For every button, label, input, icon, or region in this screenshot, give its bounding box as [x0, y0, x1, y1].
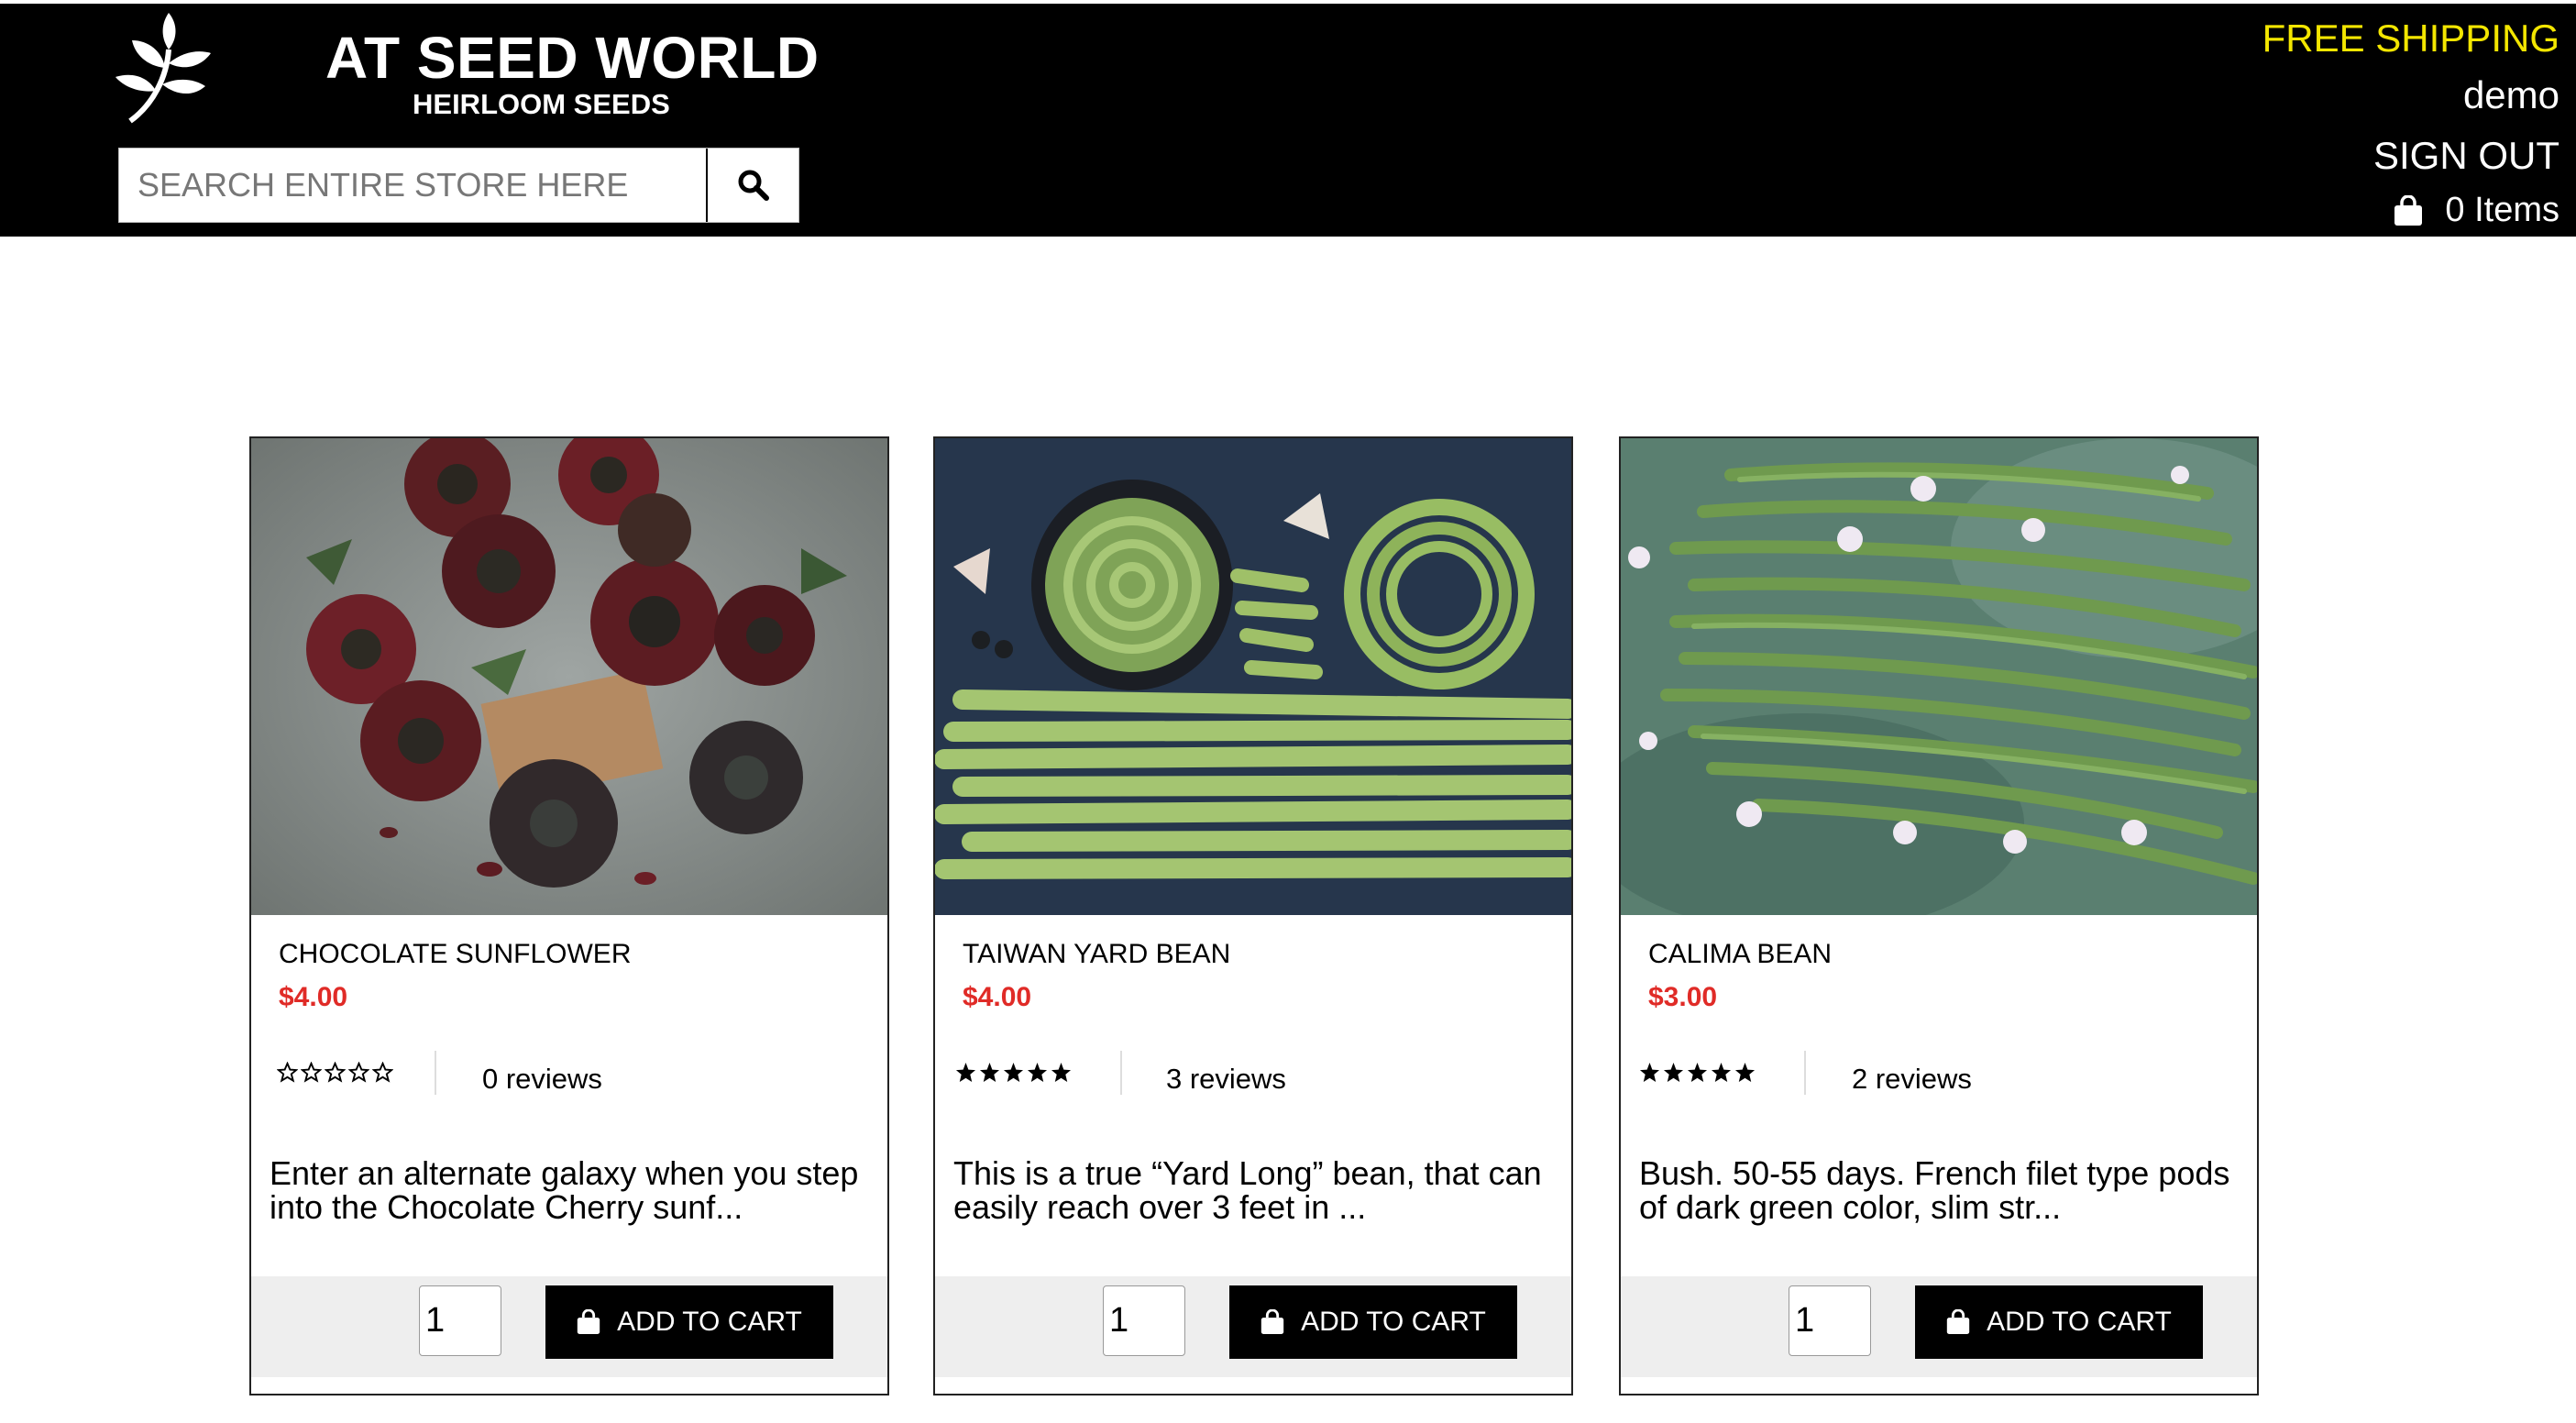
quantity-input[interactable]: [1103, 1285, 1185, 1356]
rating-stars: [1639, 1062, 1756, 1083]
product-image[interactable]: [1621, 438, 2257, 915]
product-name[interactable]: CHOCOLATE SUNFLOWER: [279, 939, 631, 970]
divider: [1804, 1051, 1806, 1095]
product-description: This is a true “Yard Long” bean, that ca…: [953, 1154, 1542, 1226]
star-filled-icon: [979, 1062, 1000, 1083]
sign-out-link[interactable]: SIGN OUT: [2373, 134, 2559, 178]
card-actions: ADD TO CART: [1621, 1276, 2257, 1377]
add-to-cart-button[interactable]: ADD TO CART: [545, 1285, 833, 1359]
shopping-bag-icon: [1946, 1309, 1970, 1334]
shopping-bag-icon: [2394, 194, 2423, 226]
star-filled-icon: [1027, 1062, 1048, 1083]
add-to-cart-button[interactable]: ADD TO CART: [1229, 1285, 1517, 1359]
brand-title[interactable]: AT SEED WORLD: [325, 24, 820, 92]
search-icon: [738, 170, 769, 201]
star-filled-icon: [955, 1062, 976, 1083]
product-price: $4.00: [963, 982, 1032, 1012]
cart-count: 0 Items: [2445, 191, 2559, 229]
star-filled-icon: [1639, 1062, 1660, 1083]
product-description: Enter an alternate galaxy when you step …: [270, 1154, 859, 1226]
brand-subtitle: HEIRLOOM SEEDS: [413, 88, 670, 120]
star-empty-icon: [325, 1062, 346, 1083]
star-empty-icon: [372, 1062, 393, 1083]
product-description: Bush. 50-55 days. French filet type pods…: [1639, 1154, 2230, 1226]
product-name[interactable]: TAIWAN YARD BEAN: [963, 939, 1230, 970]
rating-stars: [277, 1062, 393, 1083]
free-shipping-link[interactable]: FREE SHIPPING: [2262, 17, 2559, 61]
rating-stars: [955, 1062, 1072, 1083]
add-to-cart-label: ADD TO CART: [1301, 1307, 1486, 1337]
product-card: CALIMA BEAN $3.00 2 reviews Bush. 50-55 …: [1619, 436, 2259, 1395]
product-image[interactable]: [935, 438, 1571, 915]
product-name[interactable]: CALIMA BEAN: [1648, 939, 1832, 970]
search-input[interactable]: [119, 149, 706, 222]
star-filled-icon: [1687, 1062, 1708, 1083]
quantity-input[interactable]: [419, 1285, 501, 1356]
shopping-bag-icon: [1260, 1309, 1284, 1334]
reviews-link[interactable]: 3 reviews: [1166, 1063, 1286, 1096]
star-filled-icon: [1051, 1062, 1072, 1083]
product-price: $4.00: [279, 982, 348, 1012]
top-header: AT SEED WORLD HEIRLOOM SEEDS FREE SHIPPI…: [0, 0, 2576, 237]
search-button[interactable]: [706, 149, 798, 222]
card-actions: ADD TO CART: [251, 1276, 887, 1377]
card-actions: ADD TO CART: [935, 1276, 1571, 1377]
star-filled-icon: [1003, 1062, 1024, 1083]
reviews-link[interactable]: 0 reviews: [482, 1063, 602, 1096]
add-to-cart-label: ADD TO CART: [1987, 1307, 2172, 1337]
star-filled-icon: [1663, 1062, 1684, 1083]
product-image[interactable]: [251, 438, 887, 915]
quantity-input[interactable]: [1789, 1285, 1871, 1356]
divider: [1120, 1051, 1122, 1095]
leaf-branch-icon[interactable]: [112, 13, 213, 127]
star-empty-icon: [301, 1062, 322, 1083]
product-price: $3.00: [1648, 982, 1718, 1012]
divider: [435, 1051, 436, 1095]
add-to-cart-button[interactable]: ADD TO CART: [1915, 1285, 2203, 1359]
product-card: TAIWAN YARD BEAN $4.00 3 reviews This is…: [933, 436, 1573, 1395]
star-filled-icon: [1734, 1062, 1756, 1083]
star-empty-icon: [348, 1062, 369, 1083]
shopping-bag-icon: [577, 1309, 600, 1334]
star-filled-icon: [1711, 1062, 1732, 1083]
product-card: CHOCOLATE SUNFLOWER $4.00 0 reviews Ente…: [249, 436, 889, 1395]
reviews-link[interactable]: 2 reviews: [1852, 1063, 1972, 1096]
account-username[interactable]: demo: [2463, 73, 2559, 117]
search-box: [118, 148, 799, 223]
mini-cart[interactable]: 0 Items: [2394, 191, 2559, 230]
star-empty-icon: [277, 1062, 298, 1083]
add-to-cart-label: ADD TO CART: [617, 1307, 802, 1337]
